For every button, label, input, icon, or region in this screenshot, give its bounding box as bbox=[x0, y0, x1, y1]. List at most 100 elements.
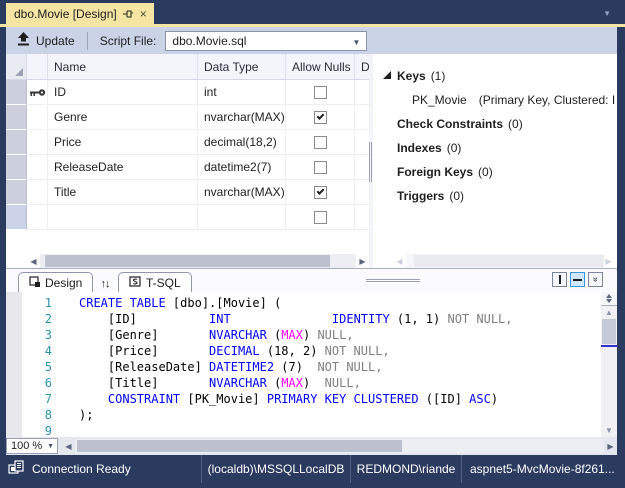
status-server: (localdb)\MSSQLLocalDB bbox=[201, 455, 350, 483]
scrollbar-thumb[interactable] bbox=[45, 255, 330, 267]
scroll-left-icon[interactable]: ◀ bbox=[62, 439, 75, 453]
scrollbar-track[interactable] bbox=[40, 254, 356, 268]
status-user: REDMOND\riande bbox=[350, 455, 461, 483]
tab-tsql[interactable]: T-SQL bbox=[118, 272, 192, 292]
key-column-header bbox=[27, 54, 48, 79]
scrollbar-track[interactable] bbox=[75, 439, 604, 453]
column-name-cell[interactable] bbox=[48, 205, 198, 230]
allow-nulls-checkbox[interactable] bbox=[314, 86, 327, 99]
tree-item[interactable]: Check Constraints(0) bbox=[373, 112, 617, 136]
scroll-right-icon[interactable]: ▶ bbox=[356, 254, 369, 268]
tree-item[interactable]: Triggers(0) bbox=[373, 184, 617, 208]
allow-nulls-checkbox[interactable] bbox=[314, 136, 327, 149]
context-horizontal-scrollbar[interactable]: ◀ ▶ bbox=[393, 254, 615, 268]
default-cell[interactable] bbox=[355, 105, 369, 130]
column-header[interactable]: Allow Nulls bbox=[286, 54, 355, 79]
tab-design[interactable]: Design bbox=[18, 272, 93, 292]
row-selector[interactable] bbox=[6, 80, 27, 105]
scrollbar-thumb[interactable] bbox=[414, 255, 604, 267]
row-selector[interactable] bbox=[6, 205, 27, 230]
allow-nulls-cell bbox=[286, 130, 355, 155]
data-type-cell[interactable]: nvarchar(MAX) bbox=[198, 105, 286, 130]
tree-item-suffix: (0) bbox=[447, 141, 462, 155]
toolbar-separator bbox=[87, 32, 88, 50]
document-tab[interactable]: dbo.Movie [Design] × bbox=[6, 3, 154, 24]
allow-nulls-checkbox[interactable] bbox=[314, 186, 327, 199]
line-number: 8 bbox=[22, 407, 52, 423]
collapse-pane-button[interactable]: » bbox=[588, 272, 603, 287]
splitter-grip-icon bbox=[369, 142, 370, 182]
data-type-cell[interactable]: datetime2(7) bbox=[198, 155, 286, 180]
editor-split-handle[interactable] bbox=[601, 292, 617, 306]
tree-item[interactable]: PK_Movie(Primary Key, Clustered: I bbox=[373, 88, 617, 112]
pin-icon[interactable] bbox=[123, 9, 134, 19]
zoom-combobox[interactable]: 100 % ▼ bbox=[6, 438, 58, 454]
allow-nulls-cell bbox=[286, 155, 355, 180]
line-number: 7 bbox=[22, 391, 52, 407]
zoom-chevron-icon[interactable]: ▼ bbox=[47, 443, 54, 450]
expanded-twisty-icon[interactable] bbox=[383, 71, 391, 79]
scrollbar-track[interactable] bbox=[406, 254, 602, 268]
scroll-up-icon[interactable]: ▲ bbox=[601, 306, 617, 319]
scrollbar-thumb[interactable] bbox=[77, 440, 402, 452]
tree-item-suffix: (Primary Key, Clustered: I bbox=[479, 93, 615, 107]
allow-nulls-checkbox[interactable] bbox=[314, 111, 327, 124]
document-well-chevron-icon[interactable]: ▼ bbox=[603, 9, 611, 18]
data-type-cell[interactable]: decimal(18,2) bbox=[198, 130, 286, 155]
column-name-cell[interactable]: Title bbox=[48, 180, 198, 205]
design-tab-label: Design bbox=[45, 276, 82, 290]
row-selector[interactable] bbox=[6, 155, 27, 180]
data-type-cell[interactable]: nvarchar(MAX) bbox=[198, 180, 286, 205]
default-cell[interactable] bbox=[355, 155, 369, 180]
scroll-left-icon[interactable]: ◀ bbox=[27, 254, 40, 268]
close-icon[interactable]: × bbox=[140, 8, 147, 20]
scroll-left-icon[interactable]: ◀ bbox=[393, 254, 406, 268]
tsql-editor[interactable]: 1CREATE TABLE [dbo].[Movie] (2 [ID] INT … bbox=[6, 292, 601, 437]
default-cell[interactable] bbox=[355, 180, 369, 205]
line-number: 2 bbox=[22, 311, 52, 327]
combobox-chevron-icon[interactable]: ▼ bbox=[352, 38, 360, 47]
tree-item[interactable]: Keys(1) bbox=[373, 64, 617, 88]
horizontal-split-button[interactable] bbox=[570, 272, 585, 287]
column-name-cell[interactable]: Price bbox=[48, 130, 198, 155]
check-icon bbox=[316, 187, 324, 195]
columns-grid-pane: NameData TypeAllow NullsD IDintGenrenvar… bbox=[6, 54, 369, 268]
table-row: Titlenvarchar(MAX) bbox=[6, 180, 369, 205]
editor-code[interactable]: 1CREATE TABLE [dbo].[Movie] (2 [ID] INT … bbox=[6, 295, 601, 437]
data-type-cell[interactable] bbox=[198, 205, 286, 230]
tree-item[interactable]: Indexes(0) bbox=[373, 136, 617, 160]
horizontal-splitter-grip[interactable] bbox=[366, 279, 420, 282]
scroll-right-icon[interactable]: ▶ bbox=[604, 439, 617, 453]
tree-item[interactable]: Foreign Keys(0) bbox=[373, 160, 617, 184]
row-selector[interactable] bbox=[6, 130, 27, 155]
allow-nulls-checkbox[interactable] bbox=[314, 161, 327, 174]
editor-horizontal-scrollbar[interactable]: ◀ ▶ bbox=[62, 439, 617, 453]
code-line: 5 [ReleaseDate] DATETIME2 (7) NOT NULL, bbox=[6, 359, 601, 375]
column-name-cell[interactable]: ReleaseDate bbox=[48, 155, 198, 180]
default-cell[interactable] bbox=[355, 130, 369, 155]
scrollbar-thumb[interactable] bbox=[602, 319, 616, 344]
row-selector[interactable] bbox=[6, 105, 27, 130]
status-message-section: Connection Ready bbox=[0, 455, 201, 483]
default-cell[interactable] bbox=[355, 205, 369, 230]
column-name-cell[interactable]: ID bbox=[48, 80, 198, 105]
tree-item-label: Keys bbox=[397, 69, 426, 83]
vertical-split-button[interactable] bbox=[552, 272, 567, 287]
allow-nulls-checkbox[interactable] bbox=[314, 211, 327, 224]
default-cell[interactable] bbox=[355, 80, 369, 105]
select-all-corner-cell[interactable] bbox=[6, 54, 27, 79]
data-type-cell[interactable]: int bbox=[198, 80, 286, 105]
grid-horizontal-scrollbar[interactable]: ◀ ▶ bbox=[27, 254, 369, 268]
script-file-combobox[interactable]: dbo.Movie.sql ▼ bbox=[165, 31, 367, 51]
row-selector[interactable] bbox=[6, 180, 27, 205]
sync-panes-button[interactable]: ↑↓ bbox=[92, 278, 118, 290]
scroll-down-icon[interactable]: ▼ bbox=[601, 424, 617, 437]
column-name-cell[interactable]: Genre bbox=[48, 105, 198, 130]
editor-vertical-scrollbar[interactable]: ▲ ▼ bbox=[601, 292, 617, 437]
allow-nulls-cell bbox=[286, 180, 355, 205]
context-tree: Keys(1)PK_Movie(Primary Key, Clustered: … bbox=[373, 54, 617, 208]
column-header[interactable]: D bbox=[355, 54, 369, 79]
column-header[interactable]: Name bbox=[48, 54, 198, 79]
column-header[interactable]: Data Type bbox=[198, 54, 286, 79]
update-button[interactable]: Update bbox=[17, 32, 75, 49]
